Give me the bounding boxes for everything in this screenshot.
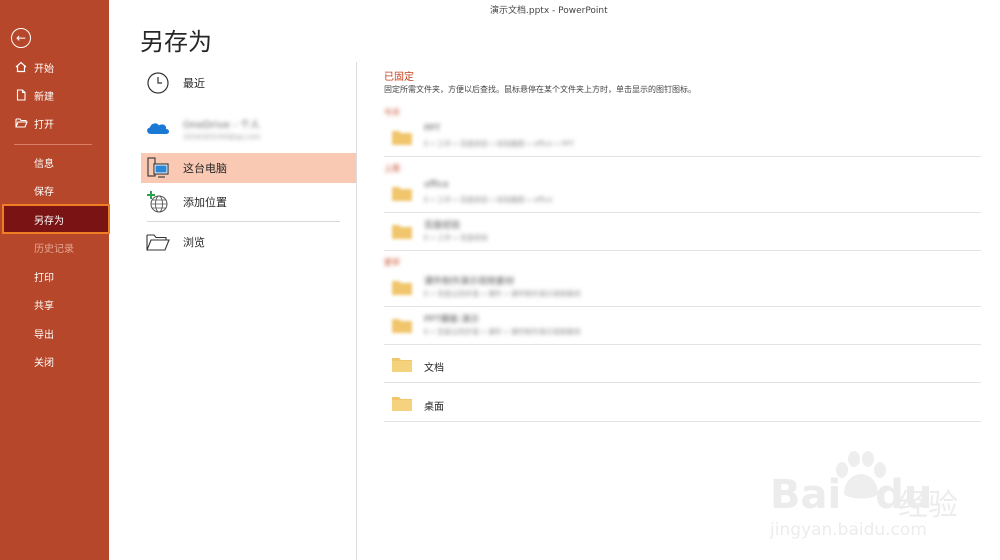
folder-row[interactable]: PPT模板·演示 E » 百度云同步盘 » 课件 » 课件制作演示视频素材 [384, 307, 981, 345]
location-label: OneDrive - 个人 [183, 119, 260, 131]
folder-icon [392, 225, 412, 239]
sidebar-item-close[interactable]: 关闭 [0, 348, 109, 374]
sidebar-item-label: 历史记录 [34, 243, 74, 255]
folder-row-documents[interactable]: 文档 [384, 345, 981, 383]
sidebar-item-label: 另存为 [34, 215, 64, 227]
sidebar-divider [14, 144, 92, 145]
location-label: 最近 [183, 77, 205, 90]
onedrive-cloud-icon [145, 115, 171, 141]
folder-name: 桌面 [424, 402, 444, 413]
location-add-place[interactable]: 添加位置 [141, 187, 356, 217]
sidebar-item-print[interactable]: 打印 [0, 263, 109, 289]
folder-path: E » 百度云同步盘 » 课件 » 课件制作演示视频素材 [424, 328, 581, 336]
window-title: 演示文档.pptx - PowerPoint [490, 6, 608, 16]
sidebar-item-label: 保存 [34, 186, 54, 198]
folder-path: E » 工作 » 百度经验 [424, 234, 488, 242]
location-browse[interactable]: 浏览 [141, 227, 356, 257]
folder-name: 百度经验 [424, 221, 461, 231]
page-title: 另存为 [140, 28, 212, 56]
location-label: 浏览 [183, 236, 205, 249]
location-sublabel: 2016163100@qq.com [183, 132, 261, 141]
folder-row-desktop[interactable]: 桌面 [384, 384, 981, 422]
sidebar-item-save-as[interactable]: 另存为 [2, 204, 110, 234]
location-recent[interactable]: 最近 [141, 68, 356, 98]
folder-row[interactable]: PPT E » 工作 » 百度经验 » 经验截图 » office » PPT [384, 119, 981, 157]
folder-icon [392, 281, 412, 295]
folder-name: PPT [424, 124, 441, 134]
sidebar-item-new[interactable]: 新建 [0, 82, 109, 108]
watermark-brand: Bai [770, 472, 842, 518]
sidebar-item-export[interactable]: 导出 [0, 320, 109, 346]
add-location-globe-icon [145, 189, 171, 215]
sidebar-item-label: 开始 [34, 63, 54, 75]
sidebar-item-label: 关闭 [34, 357, 54, 369]
sidebar-item-label: 新建 [34, 91, 54, 103]
pinned-description: 固定所需文件夹，方便以后查找。鼠标悬停在某个文件夹上方时，单击显示的图钉图标。 [384, 85, 696, 94]
folder-row[interactable]: office E » 工作 » 百度经验 » 经验截图 » office [384, 175, 981, 213]
location-onedrive[interactable]: OneDrive - 个人 2016163100@qq.com [141, 112, 356, 144]
folder-path: E » 百度云同步盘 » 课件 » 课件制作演示视频素材 [424, 290, 581, 298]
folder-name: office [424, 180, 449, 190]
folder-path: E » 工作 » 百度经验 » 经验截图 » office » PPT [424, 140, 575, 148]
folder-icon [392, 397, 412, 411]
watermark-cn: 经验 [898, 488, 958, 523]
back-arrow-icon[interactable]: ← [11, 28, 31, 48]
folder-name: 文档 [424, 363, 444, 374]
sidebar-item-home[interactable]: 开始 [0, 54, 109, 80]
sidebar-item-open[interactable]: 打开 [0, 110, 109, 136]
new-file-icon [14, 88, 28, 102]
sidebar-item-label: 打开 [34, 119, 54, 131]
folder-path: E » 工作 » 百度经验 » 经验截图 » office [424, 196, 553, 204]
pinned-title: 已固定 [384, 72, 414, 83]
folder-icon [392, 358, 412, 372]
folder-row[interactable]: 课件制作演示视频素材 E » 百度云同步盘 » 课件 » 课件制作演示视频素材 [384, 269, 981, 307]
panel-separator [356, 62, 357, 560]
baidu-jingyan-watermark: Bai du 经验 jingyan.baidu.com [770, 450, 990, 550]
location-this-pc[interactable]: 这台电脑 [141, 153, 356, 183]
sidebar-item-save[interactable]: 保存 [0, 177, 109, 203]
location-divider [147, 221, 340, 222]
sidebar-item-label: 共享 [34, 300, 54, 312]
folder-row[interactable]: 百度经验 E » 工作 » 百度经验 [384, 213, 981, 251]
sidebar-item-share[interactable]: 共享 [0, 291, 109, 317]
sidebar-item-label: 信息 [34, 158, 54, 170]
folder-icon [392, 187, 412, 201]
clock-icon [145, 70, 171, 96]
location-label: 添加位置 [183, 196, 227, 209]
sidebar-item-label: 打印 [34, 272, 54, 284]
backstage-sidebar: ← 开始 新建 打开 信息 保存 另存为 历史记录 打印 共享 导出 关闭 [0, 0, 110, 560]
folder-name: PPT模板·演示 [424, 315, 480, 325]
section-label-today: 今天 [384, 108, 400, 117]
section-label-older: 更早 [384, 258, 400, 267]
folder-icon [392, 319, 412, 333]
folder-icon [392, 131, 412, 145]
home-icon [14, 60, 28, 74]
section-label-last-week: 上周 [384, 164, 400, 173]
open-folder-icon [14, 116, 28, 130]
this-pc-icon [145, 155, 171, 181]
sidebar-item-label: 导出 [34, 329, 54, 341]
sidebar-item-info[interactable]: 信息 [0, 149, 109, 175]
sidebar-item-history: 历史记录 [0, 234, 109, 260]
watermark-url: jingyan.baidu.com [770, 520, 927, 540]
location-label: 这台电脑 [183, 162, 227, 175]
folder-name: 课件制作演示视频素材 [424, 277, 515, 287]
open-folder-icon [145, 229, 171, 255]
